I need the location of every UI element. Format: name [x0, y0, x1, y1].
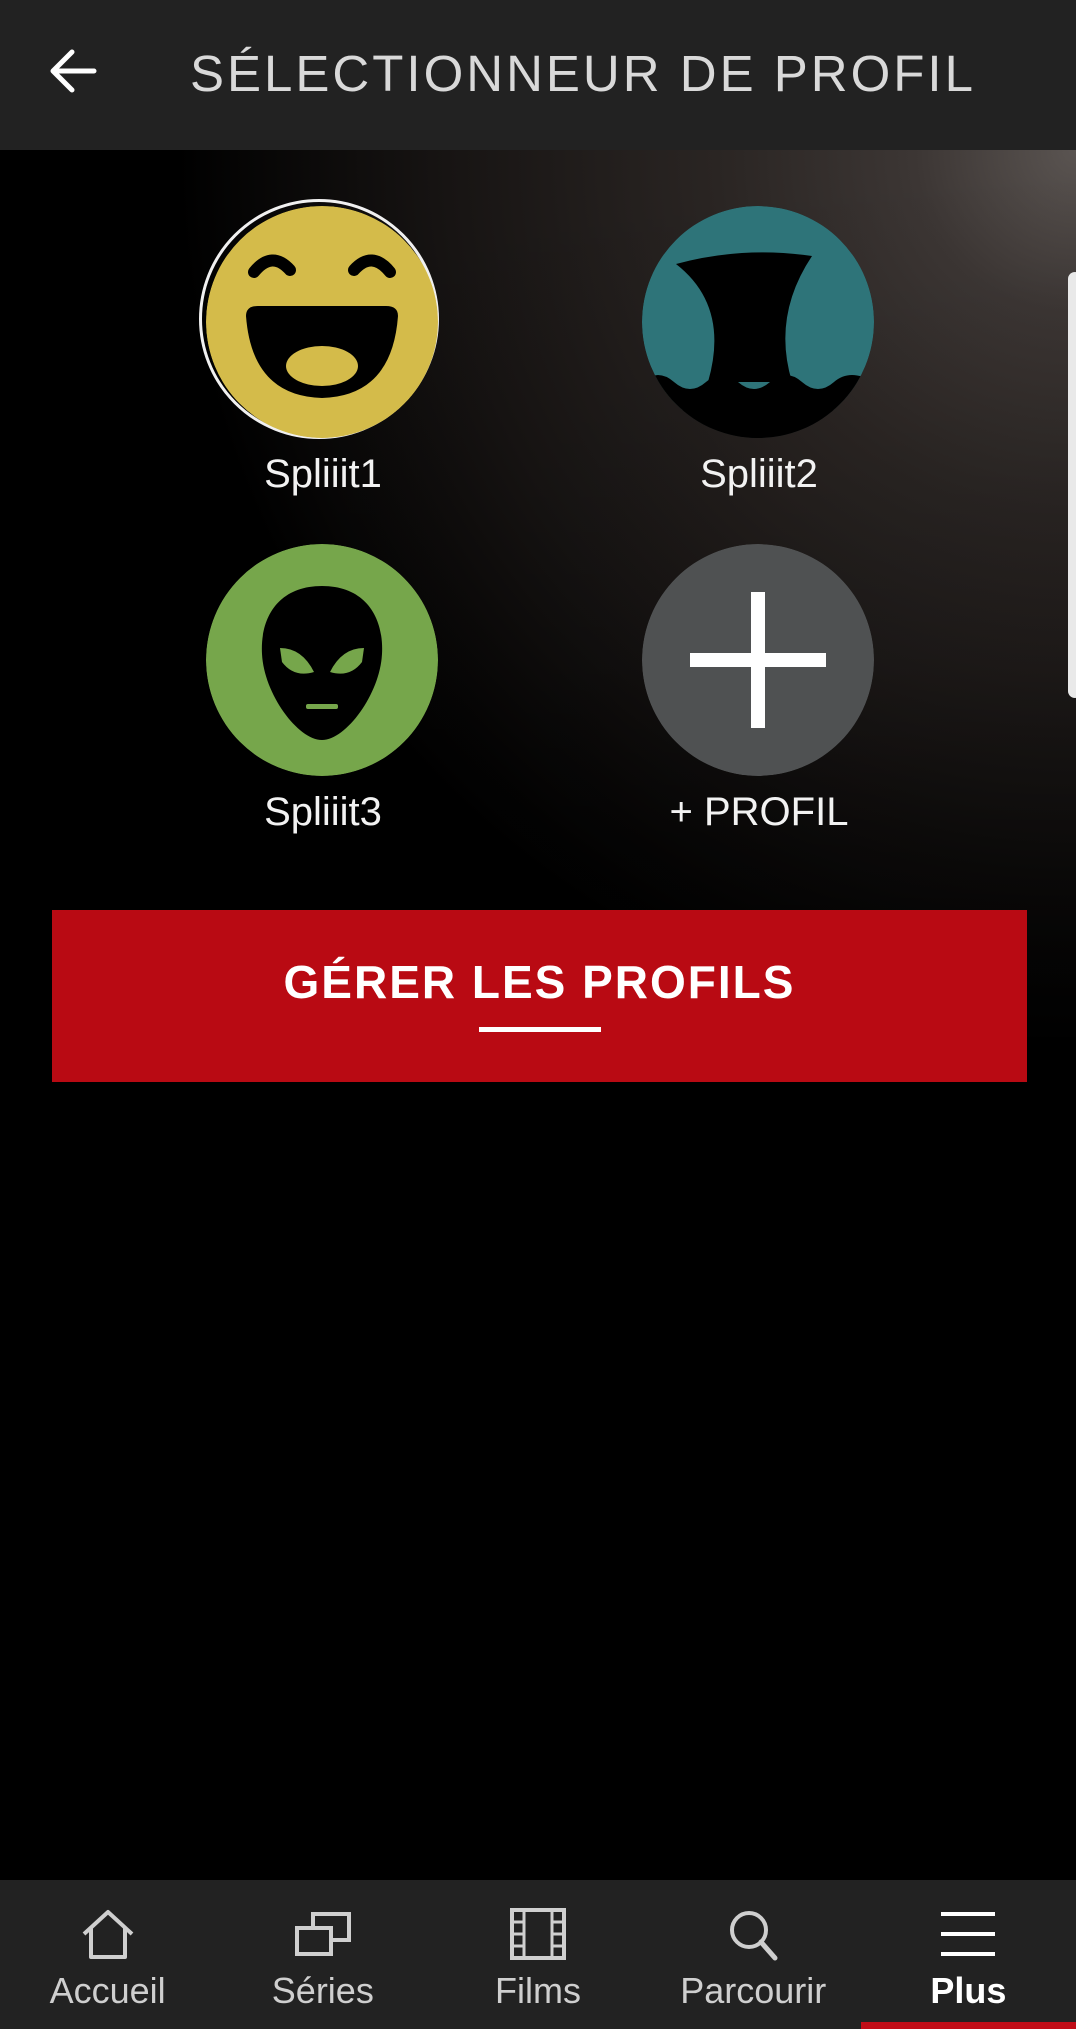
profile-avatar [206, 544, 438, 776]
tab-label: Plus [930, 1970, 1007, 2011]
shark-fin-icon [642, 206, 874, 438]
profile-spliiit2[interactable]: Spliiit2 [639, 206, 879, 526]
profile-avatar [642, 206, 874, 438]
profile-selector-screen: SÉLECTIONNEUR DE PROFIL Spliiit1 Spliiit… [0, 0, 1076, 2029]
app-header: SÉLECTIONNEUR DE PROFIL [0, 0, 1076, 150]
tab-label: Accueil [49, 1970, 166, 2011]
page-title: SÉLECTIONNEUR DE PROFIL [190, 45, 976, 102]
tab-label: Parcourir [680, 1970, 827, 2011]
tab-label: Séries [271, 1970, 374, 2011]
laughing-face-icon [206, 206, 438, 438]
plus-icon [642, 544, 874, 776]
focus-underline [479, 1027, 601, 1032]
series-icon [294, 1912, 351, 1956]
tab-series[interactable]: Séries [215, 1880, 430, 2029]
manage-profiles-button[interactable]: GÉRER LES PROFILS [52, 910, 1027, 1082]
profile-spliiit1[interactable]: Spliiit1 [199, 199, 443, 526]
back-button[interactable] [36, 34, 110, 108]
add-profile-label: + PROFIL [669, 790, 849, 834]
add-profile-button[interactable]: + PROFIL [639, 544, 879, 864]
active-tab-indicator [860, 2022, 1076, 2029]
tab-films[interactable]: Films [430, 1880, 645, 2029]
arrow-left-icon [50, 49, 97, 93]
scroll-indicator[interactable] [1068, 272, 1076, 698]
home-icon [82, 1910, 133, 1959]
profile-name: Spliiit2 [700, 452, 818, 496]
tab-plus[interactable]: Plus [860, 1880, 1076, 2029]
manage-profiles-label: GÉRER LES PROFILS [283, 956, 796, 1008]
film-icon [510, 1908, 566, 1960]
add-profile-avatar [642, 544, 874, 776]
profile-name: Spliiit1 [264, 452, 382, 496]
tab-parcourir[interactable]: Parcourir [646, 1880, 861, 2029]
tab-label: Films [495, 1970, 581, 2011]
profile-name: Spliiit3 [264, 790, 382, 834]
search-icon [730, 1911, 778, 1961]
bottom-tab-bar: Accueil Séries Films Parcourir Plus [0, 1880, 1076, 2029]
profile-avatar [206, 206, 438, 438]
menu-icon [941, 1912, 996, 1956]
alien-icon [206, 544, 438, 776]
profile-spliiit3[interactable]: Spliiit3 [203, 544, 443, 864]
tab-accueil[interactable]: Accueil [0, 1880, 215, 2029]
